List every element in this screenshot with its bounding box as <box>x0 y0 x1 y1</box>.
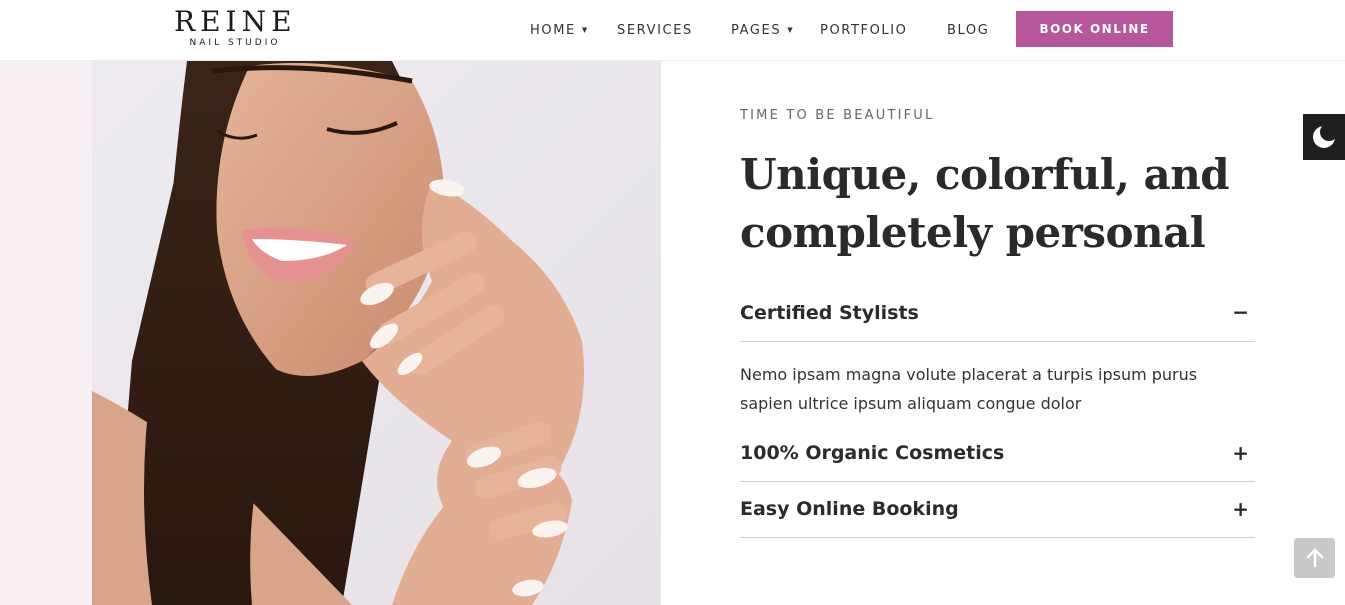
nav-item-services[interactable]: SERVICES <box>617 21 693 39</box>
headline-line-2: completely personal <box>740 208 1206 257</box>
nav-item-label: BLOG <box>947 22 990 38</box>
accordion-item-online-booking[interactable]: Easy Online Booking + <box>740 492 1255 538</box>
nav-item-label: PAGES <box>731 22 782 38</box>
nav-item-portfolio[interactable]: PORTFOLIO <box>820 21 908 39</box>
headline-line-1: Unique, colorful, and <box>740 150 1230 199</box>
chevron-down-icon: ▼ <box>787 26 793 34</box>
brand-logo[interactable]: REINE NAIL STUDIO <box>174 7 296 51</box>
nav-item-home[interactable]: HOME ▼ <box>530 21 587 39</box>
section-headline: Unique, colorful, and completely persona… <box>740 146 1260 262</box>
nav-item-label: PORTFOLIO <box>820 22 908 38</box>
brand-tagline: NAIL STUDIO <box>189 38 281 48</box>
accordion-title: Easy Online Booking <box>740 498 959 520</box>
nav-item-label: HOME <box>530 22 576 38</box>
brand-name: REINE <box>174 5 297 38</box>
nav-item-pages[interactable]: PAGES ▼ <box>731 21 793 39</box>
nav-item-blog[interactable]: BLOG <box>947 21 989 39</box>
accordion-title: Certified Stylists <box>740 302 919 324</box>
moon-icon <box>1313 124 1337 148</box>
site-header: REINE NAIL STUDIO HOME ▼ SERVICES PAGES … <box>0 0 1345 61</box>
section-eyebrow: TIME TO BE BEAUTIFUL <box>740 108 935 123</box>
accordion-item-organic-cosmetics[interactable]: 100% Organic Cosmetics + <box>740 436 1255 482</box>
minus-icon[interactable]: − <box>1232 300 1249 324</box>
book-online-button[interactable]: BOOK ONLINE <box>1016 11 1173 47</box>
plus-icon[interactable]: + <box>1232 441 1249 465</box>
hero-photo <box>92 61 661 605</box>
accordion-title: 100% Organic Cosmetics <box>740 442 1005 464</box>
accordion-body: Nemo ipsam magna volute placerat a turpi… <box>740 365 1198 413</box>
arrow-up-icon <box>1306 548 1323 568</box>
dark-mode-toggle[interactable] <box>1303 114 1345 160</box>
accordion-item-certified-stylists[interactable]: Certified Stylists − <box>740 296 1255 342</box>
decorative-strip <box>0 61 92 605</box>
nav-item-label: SERVICES <box>617 22 693 38</box>
scroll-top-button[interactable] <box>1294 538 1335 578</box>
chevron-down-icon: ▼ <box>581 26 588 34</box>
plus-icon[interactable]: + <box>1232 497 1249 521</box>
